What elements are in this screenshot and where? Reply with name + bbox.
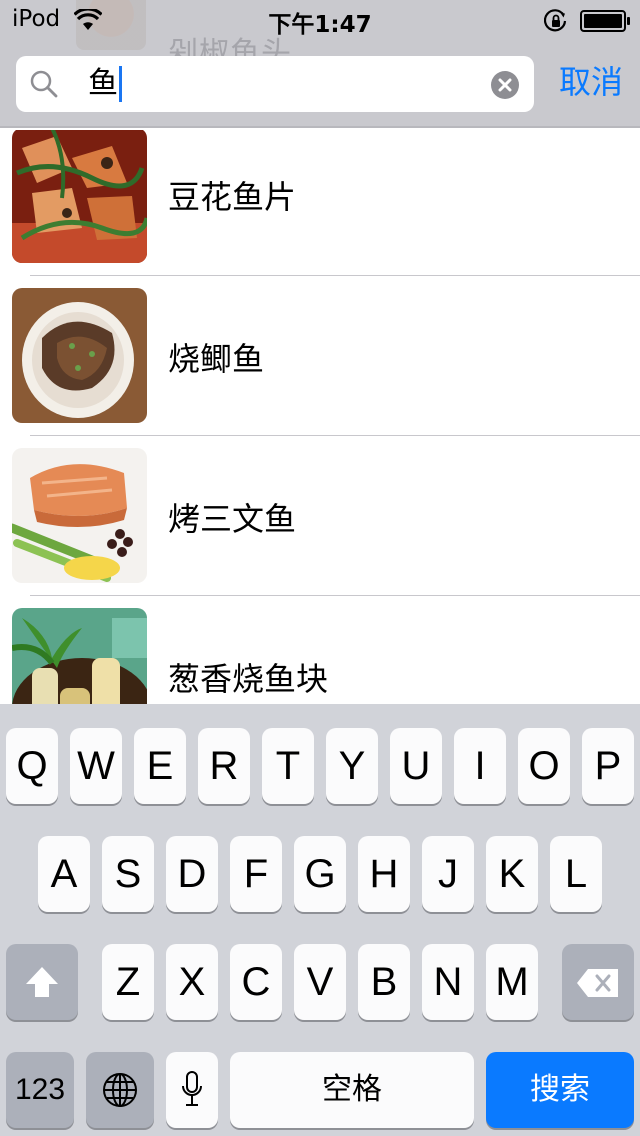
- microphone-icon: [182, 1071, 202, 1106]
- globe-key[interactable]: [86, 1052, 154, 1128]
- key-u[interactable]: U: [390, 728, 442, 804]
- key-r[interactable]: R: [198, 728, 250, 804]
- dish-thumbnail: [12, 448, 147, 583]
- search-icon: [30, 70, 58, 98]
- space-key[interactable]: 空格: [230, 1052, 474, 1128]
- backspace-icon: [577, 969, 618, 997]
- search-header: 剁椒鱼头 iPod 下午1:47 鱼 取消: [0, 0, 640, 128]
- key-a[interactable]: A: [38, 836, 90, 912]
- key-e[interactable]: E: [134, 728, 186, 804]
- key-n[interactable]: N: [422, 944, 474, 1020]
- list-item-title: 烤三文鱼: [168, 500, 297, 538]
- search-query-text: 鱼: [88, 66, 118, 101]
- key-p[interactable]: P: [582, 728, 634, 804]
- key-o[interactable]: O: [518, 728, 570, 804]
- cancel-button[interactable]: 取消: [554, 58, 628, 106]
- battery-icon: [580, 10, 630, 32]
- list-item-title: 豆花鱼片: [168, 178, 297, 216]
- list-item-title: 葱香烧鱼块: [168, 660, 329, 698]
- key-s[interactable]: S: [102, 836, 154, 912]
- dish-thumbnail: [12, 288, 147, 423]
- search-input[interactable]: 鱼: [16, 56, 534, 112]
- key-j[interactable]: J: [422, 836, 474, 912]
- dish-thumbnail: [12, 608, 147, 704]
- key-y[interactable]: Y: [326, 728, 378, 804]
- list-item[interactable]: 葱香烧鱼块: [0, 596, 640, 704]
- key-z[interactable]: Z: [102, 944, 154, 1020]
- key-g[interactable]: G: [294, 836, 346, 912]
- key-l[interactable]: L: [550, 836, 602, 912]
- list-item[interactable]: 烧鲫鱼: [0, 276, 640, 436]
- key-x[interactable]: X: [166, 944, 218, 1020]
- key-i[interactable]: I: [454, 728, 506, 804]
- key-k[interactable]: K: [486, 836, 538, 912]
- status-bar: iPod 下午1:47: [0, 0, 640, 40]
- key-q[interactable]: Q: [6, 728, 58, 804]
- clear-icon[interactable]: [490, 70, 520, 100]
- numbers-key[interactable]: 123: [6, 1052, 74, 1128]
- globe-icon: [103, 1073, 137, 1107]
- list-item[interactable]: 烤三文鱼: [0, 436, 640, 596]
- search-results-list[interactable]: 豆花鱼片 烧鲫鱼 烤三文鱼 葱香烧鱼块: [0, 130, 640, 704]
- list-item[interactable]: 豆花鱼片: [0, 130, 640, 274]
- key-h[interactable]: H: [358, 836, 410, 912]
- key-c[interactable]: C: [230, 944, 282, 1020]
- key-b[interactable]: B: [358, 944, 410, 1020]
- key-d[interactable]: D: [166, 836, 218, 912]
- key-t[interactable]: T: [262, 728, 314, 804]
- key-f[interactable]: F: [230, 836, 282, 912]
- keyboard: Q W E R T Y U I O P A S D F G H J K L Z …: [0, 704, 640, 1136]
- search-query: 鱼: [88, 66, 122, 102]
- key-w[interactable]: W: [70, 728, 122, 804]
- dish-thumbnail: [12, 130, 147, 263]
- list-item-title: 烧鲫鱼: [168, 340, 265, 378]
- delete-key[interactable]: [562, 944, 634, 1020]
- shift-arrow-icon: [26, 967, 58, 997]
- orientation-lock-icon: [544, 9, 567, 32]
- key-m[interactable]: M: [486, 944, 538, 1020]
- dictation-key[interactable]: [166, 1052, 218, 1128]
- shift-key[interactable]: [6, 944, 78, 1020]
- text-cursor: [119, 66, 122, 102]
- key-v[interactable]: V: [294, 944, 346, 1020]
- search-key[interactable]: 搜索: [486, 1052, 634, 1128]
